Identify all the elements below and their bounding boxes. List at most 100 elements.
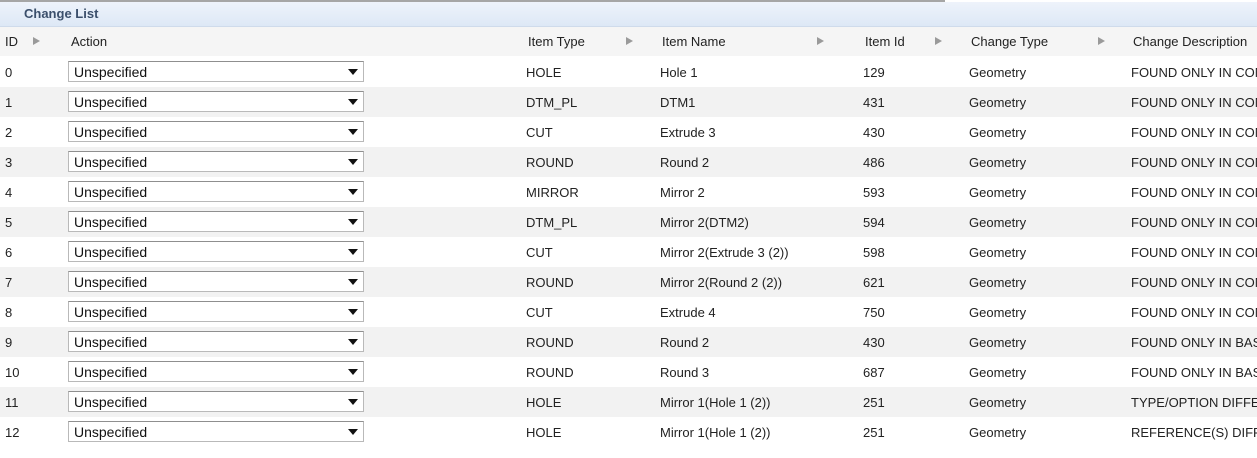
cell-item-type: CUT (526, 305, 553, 320)
sort-arrow-icon[interactable] (817, 37, 824, 45)
table-row[interactable]: 3 Unspecified ROUND Round 2 486 Geometry… (0, 147, 1257, 177)
dropdown-arrow-icon[interactable] (348, 99, 358, 105)
cell-item-name: Hole 1 (660, 65, 698, 80)
column-header-item-name[interactable]: Item Name (662, 34, 726, 49)
action-select[interactable]: Unspecified (68, 301, 364, 322)
dropdown-arrow-icon[interactable] (348, 69, 358, 75)
action-select[interactable]: Unspecified (68, 121, 364, 142)
table-row[interactable]: 11 Unspecified HOLE Mirror 1(Hole 1 (2))… (0, 387, 1257, 417)
cell-item-name: Mirror 1(Hole 1 (2)) (660, 425, 771, 440)
action-select[interactable]: Unspecified (68, 211, 364, 232)
action-select[interactable]: Unspecified (68, 331, 364, 352)
cell-item-id: 594 (863, 215, 885, 230)
cell-change-description: FOUND ONLY IN COM (1131, 245, 1257, 260)
table-row[interactable]: 1 Unspecified DTM_PL DTM1 431 Geometry F… (0, 87, 1257, 117)
table-row[interactable]: 0 Unspecified HOLE Hole 1 129 Geometry F… (0, 57, 1257, 87)
cell-item-name: Mirror 1(Hole 1 (2)) (660, 395, 771, 410)
dropdown-arrow-icon[interactable] (348, 339, 358, 345)
dropdown-arrow-icon[interactable] (348, 279, 358, 285)
sort-arrow-icon[interactable] (1098, 37, 1105, 45)
cell-change-type: Geometry (969, 155, 1027, 170)
table-row[interactable]: 10 Unspecified ROUND Round 3 687 Geometr… (0, 357, 1257, 387)
cell-item-type: CUT (526, 245, 553, 260)
cell-change-description: FOUND ONLY IN BAS (1131, 335, 1257, 350)
action-select[interactable]: Unspecified (68, 421, 364, 442)
cell-item-id: 430 (863, 125, 885, 140)
sort-arrow-icon[interactable] (935, 37, 942, 45)
table-row[interactable]: 9 Unspecified ROUND Round 2 430 Geometry… (0, 327, 1257, 357)
cell-change-type: Geometry (969, 365, 1027, 380)
dropdown-arrow-icon[interactable] (348, 369, 358, 375)
cell-change-type: Geometry (969, 425, 1027, 440)
dropdown-arrow-icon[interactable] (348, 309, 358, 315)
column-header-id[interactable]: ID (5, 34, 18, 49)
cell-id: 0 (5, 65, 13, 80)
action-select-value: Unspecified (74, 94, 148, 110)
dropdown-arrow-icon[interactable] (348, 429, 358, 435)
dropdown-arrow-icon[interactable] (348, 399, 358, 405)
dropdown-arrow-icon[interactable] (348, 249, 358, 255)
cell-id: 2 (5, 125, 13, 140)
panel-title: Change List (24, 6, 99, 21)
cell-item-name: Round 3 (660, 365, 710, 380)
column-header-change-description[interactable]: Change Description (1133, 34, 1247, 49)
cell-change-type: Geometry (969, 305, 1027, 320)
cell-id: 10 (5, 365, 20, 380)
cell-item-name: Extrude 4 (660, 305, 716, 320)
cell-id: 3 (5, 155, 13, 170)
cell-change-type: Geometry (969, 185, 1027, 200)
cell-item-id: 486 (863, 155, 885, 170)
cell-item-id: 750 (863, 305, 885, 320)
cell-item-type: ROUND (526, 155, 574, 170)
cell-id: 11 (5, 395, 19, 410)
cell-change-description: TYPE/OPTION DIFFE (1131, 395, 1257, 410)
cell-change-type: Geometry (969, 125, 1027, 140)
table-row[interactable]: 6 Unspecified CUT Mirror 2(Extrude 3 (2)… (0, 237, 1257, 267)
action-select-value: Unspecified (74, 274, 148, 290)
column-header-item-id[interactable]: Item Id (865, 34, 905, 49)
action-select-value: Unspecified (74, 424, 148, 440)
action-select[interactable]: Unspecified (68, 271, 364, 292)
dropdown-arrow-icon[interactable] (348, 219, 358, 225)
cell-change-description: FOUND ONLY IN COM (1131, 65, 1257, 80)
table-row[interactable]: 8 Unspecified CUT Extrude 4 750 Geometry… (0, 297, 1257, 327)
cell-id: 7 (5, 275, 13, 290)
action-select[interactable]: Unspecified (68, 391, 364, 412)
cell-change-type: Geometry (969, 275, 1027, 290)
table-row[interactable]: 5 Unspecified DTM_PL Mirror 2(DTM2) 594 … (0, 207, 1257, 237)
cell-item-name: Extrude 3 (660, 125, 716, 140)
action-select[interactable]: Unspecified (68, 241, 364, 262)
action-select[interactable]: Unspecified (68, 361, 364, 382)
action-select[interactable]: Unspecified (68, 91, 364, 112)
cell-change-description: FOUND ONLY IN COM (1131, 185, 1257, 200)
column-header-change-type[interactable]: Change Type (971, 34, 1048, 49)
column-header-action[interactable]: Action (71, 34, 107, 49)
action-select[interactable]: Unspecified (68, 151, 364, 172)
sort-arrow-icon[interactable] (33, 37, 40, 45)
cell-item-name: Mirror 2(Extrude 3 (2)) (660, 245, 789, 260)
action-select[interactable]: Unspecified (68, 61, 364, 82)
table-row[interactable]: 2 Unspecified CUT Extrude 3 430 Geometry… (0, 117, 1257, 147)
cell-change-description: FOUND ONLY IN COM (1131, 305, 1257, 320)
change-list-table-body: 0 Unspecified HOLE Hole 1 129 Geometry F… (0, 57, 1257, 447)
dropdown-arrow-icon[interactable] (348, 189, 358, 195)
action-select-value: Unspecified (74, 124, 148, 140)
dropdown-arrow-icon[interactable] (348, 159, 358, 165)
cell-change-description: FOUND ONLY IN COM (1131, 155, 1257, 170)
action-select-value: Unspecified (74, 214, 148, 230)
action-select[interactable]: Unspecified (68, 181, 364, 202)
table-row[interactable]: 4 Unspecified MIRROR Mirror 2 593 Geomet… (0, 177, 1257, 207)
cell-id: 9 (5, 335, 13, 350)
cell-item-id: 129 (863, 65, 885, 80)
table-row[interactable]: 7 Unspecified ROUND Mirror 2(Round 2 (2)… (0, 267, 1257, 297)
table-row[interactable]: 12 Unspecified HOLE Mirror 1(Hole 1 (2))… (0, 417, 1257, 447)
column-header-item-type[interactable]: Item Type (528, 34, 585, 49)
dropdown-arrow-icon[interactable] (348, 129, 358, 135)
cell-item-name: Round 2 (660, 335, 710, 350)
cell-id: 4 (5, 185, 13, 200)
action-select-value: Unspecified (74, 184, 148, 200)
cell-change-type: Geometry (969, 335, 1027, 350)
cell-item-type: ROUND (526, 335, 574, 350)
action-select-value: Unspecified (74, 304, 148, 320)
sort-arrow-icon[interactable] (626, 37, 633, 45)
